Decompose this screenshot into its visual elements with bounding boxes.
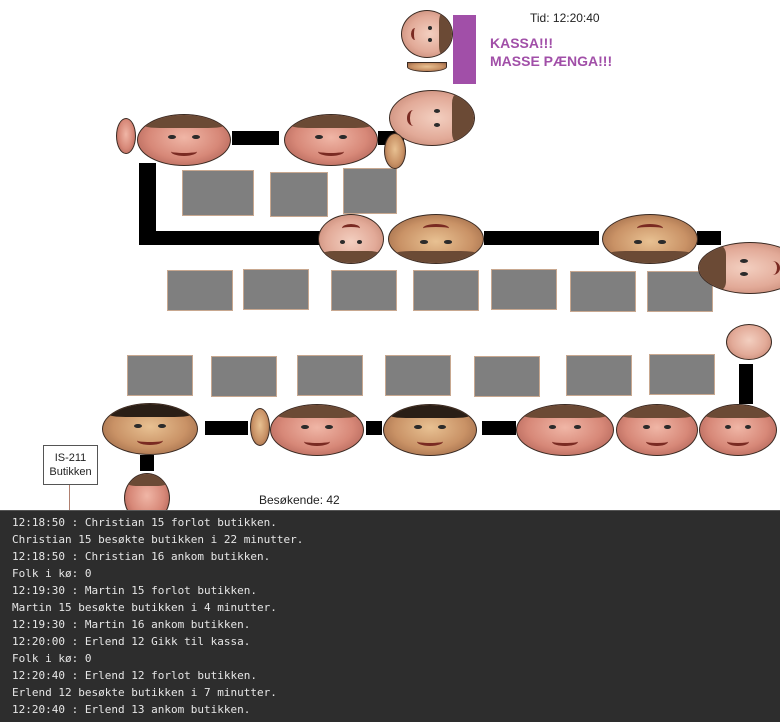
customer-avatar (284, 114, 378, 166)
customer-avatar (102, 403, 198, 455)
shelf (243, 269, 309, 310)
path-segment (205, 421, 248, 435)
store-simulation-canvas: KASSA!!! MASSE PÆNGA!!! Tid: 12:20:40 IS… (0, 0, 780, 510)
customer-avatar (401, 10, 453, 58)
customer-avatar (116, 118, 136, 154)
customer-avatar (318, 214, 384, 264)
path-segment (139, 231, 329, 245)
shelf (167, 270, 233, 311)
path-segment (482, 421, 516, 435)
customer-avatar (602, 214, 698, 264)
path-segment (140, 455, 154, 471)
log-line: Christian 15 besøkte butikken i 22 minut… (12, 533, 304, 546)
customer-avatar (250, 408, 270, 446)
store-label-name: Butikken (49, 466, 92, 478)
event-log-console[interactable]: 12:18:50 : Christian 15 forlot butikken.… (0, 510, 780, 722)
shelf (211, 356, 277, 397)
shelf (270, 172, 328, 217)
path-segment (739, 364, 753, 404)
customer-avatar (616, 404, 698, 456)
log-line: Erlend 12 besøkte butikken i 7 minutter. (12, 686, 277, 699)
log-line: 12:20:40 : Erlend 13 ankom butikken. (12, 703, 251, 716)
simulation-clock: Tid: 12:20:40 (530, 11, 600, 25)
store-label-code: IS-211 (54, 452, 87, 464)
log-line: 12:18:50 : Christian 16 ankom butikken. (12, 550, 271, 563)
customer-avatar (699, 404, 777, 456)
shelf (297, 355, 363, 396)
log-line: 12:20:40 : Erlend 12 forlot butikken. (12, 669, 258, 682)
log-line: 12:18:50 : Christian 15 forlot butikken. (12, 516, 277, 529)
log-line: 12:20:00 : Erlend 12 Gikk til kassa. (12, 635, 251, 648)
shelf (331, 270, 397, 311)
path-segment (484, 231, 599, 245)
path-segment (697, 231, 721, 245)
shelf (127, 355, 193, 396)
log-line: Folk i kø: 0 (12, 567, 92, 580)
checkout-label: KASSA!!! MASSE PÆNGA!!! (490, 35, 613, 69)
shelf (491, 269, 557, 310)
customer-avatar (407, 62, 447, 72)
log-line: 12:19:30 : Martin 16 ankom butikken. (12, 618, 251, 631)
shelf (649, 354, 715, 395)
customer-avatar (726, 324, 772, 360)
shelf (182, 170, 254, 216)
customer-avatar (384, 133, 406, 169)
path-segment (366, 421, 382, 435)
customer-avatar (383, 404, 477, 456)
store-entrance-label: IS-211 Butikken (43, 445, 98, 485)
visitor-count: Besøkende: 42 (259, 493, 340, 507)
log-line: Martin 15 besøkte butikken i 4 minutter. (12, 601, 277, 614)
shelf (385, 355, 451, 396)
shelf (570, 271, 636, 312)
customer-avatar (516, 404, 614, 456)
log-line: Folk i kø: 0 (12, 652, 92, 665)
shelf (566, 355, 632, 396)
customer-avatar (137, 114, 231, 166)
customer-avatar (698, 242, 780, 294)
customer-avatar (270, 404, 364, 456)
shelf (474, 356, 540, 397)
checkout-counter (453, 15, 476, 84)
shelf (413, 270, 479, 311)
customer-avatar (388, 214, 484, 264)
customer-avatar (124, 473, 170, 510)
shelf (343, 168, 397, 214)
entrance-connector (69, 485, 70, 510)
log-line: 12:19:30 : Martin 15 forlot butikken. (12, 584, 258, 597)
path-segment (232, 131, 279, 145)
